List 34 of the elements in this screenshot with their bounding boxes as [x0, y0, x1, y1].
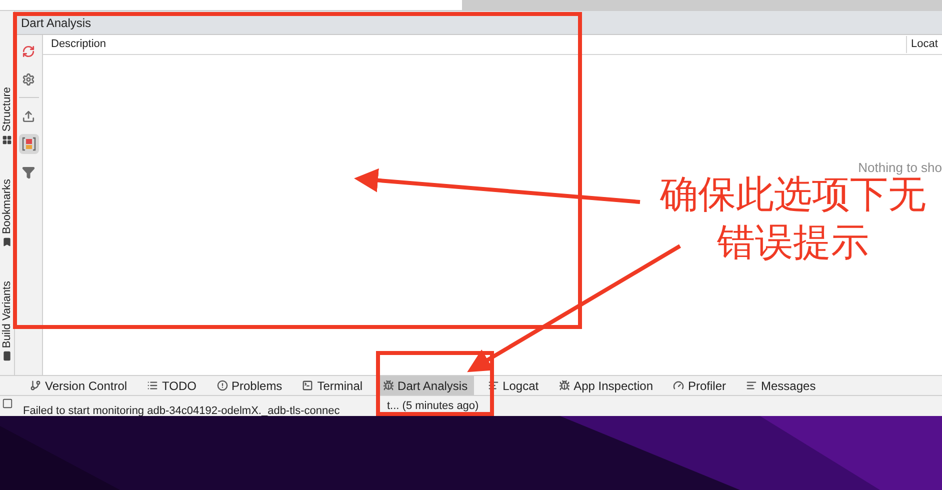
lines-icon: [488, 380, 499, 391]
status-message: Failed to start monitoring adb-34c04192-odelmX._adb-tls-connec: [23, 405, 340, 417]
side-tab[interactable]: Build Variants: [0, 280, 16, 348]
alert-icon: [216, 380, 228, 391]
preview-button[interactable]: [18, 134, 38, 154]
panel-title: Dart Analysis: [21, 14, 92, 32]
gauge-icon: [673, 380, 684, 391]
branch-icon: [30, 380, 41, 391]
side-tab[interactable]: Structure: [0, 87, 16, 132]
tool-window-tab[interactable]: TODO: [141, 376, 202, 395]
refresh-icon: [22, 44, 35, 58]
tool-window-tab[interactable]: App Inspection: [552, 376, 659, 395]
structure-icon: [2, 134, 12, 145]
tool-window-tab[interactable]: Terminal: [296, 376, 369, 395]
window-icon: [2, 398, 13, 409]
list-icon: [147, 380, 158, 391]
settings-icon: [22, 72, 35, 86]
tool-window-tab[interactable]: Problems: [210, 376, 288, 395]
tool-window-tab[interactable]: Profiler: [667, 376, 732, 395]
tool-window-tab[interactable]: Messages: [740, 376, 822, 395]
bug-icon: [558, 380, 570, 391]
status-message: t... (5 minutes ago): [387, 399, 479, 414]
preview-icon: [22, 137, 36, 151]
lines-icon: [746, 380, 758, 391]
terminal-icon: [302, 380, 314, 391]
tool-window-tab[interactable]: Version Control: [24, 376, 134, 395]
column-header[interactable]: Description: [43, 36, 906, 53]
column-header[interactable]: Locat: [906, 36, 942, 53]
empty-message: Nothing to sho: [858, 159, 942, 177]
export-icon: [22, 110, 35, 122]
bookmark-icon: [2, 236, 12, 247]
filter-icon: [22, 166, 35, 178]
side-tab[interactable]: Bookmarks: [0, 178, 16, 234]
tool-window-tab[interactable]: Logcat: [482, 376, 545, 395]
